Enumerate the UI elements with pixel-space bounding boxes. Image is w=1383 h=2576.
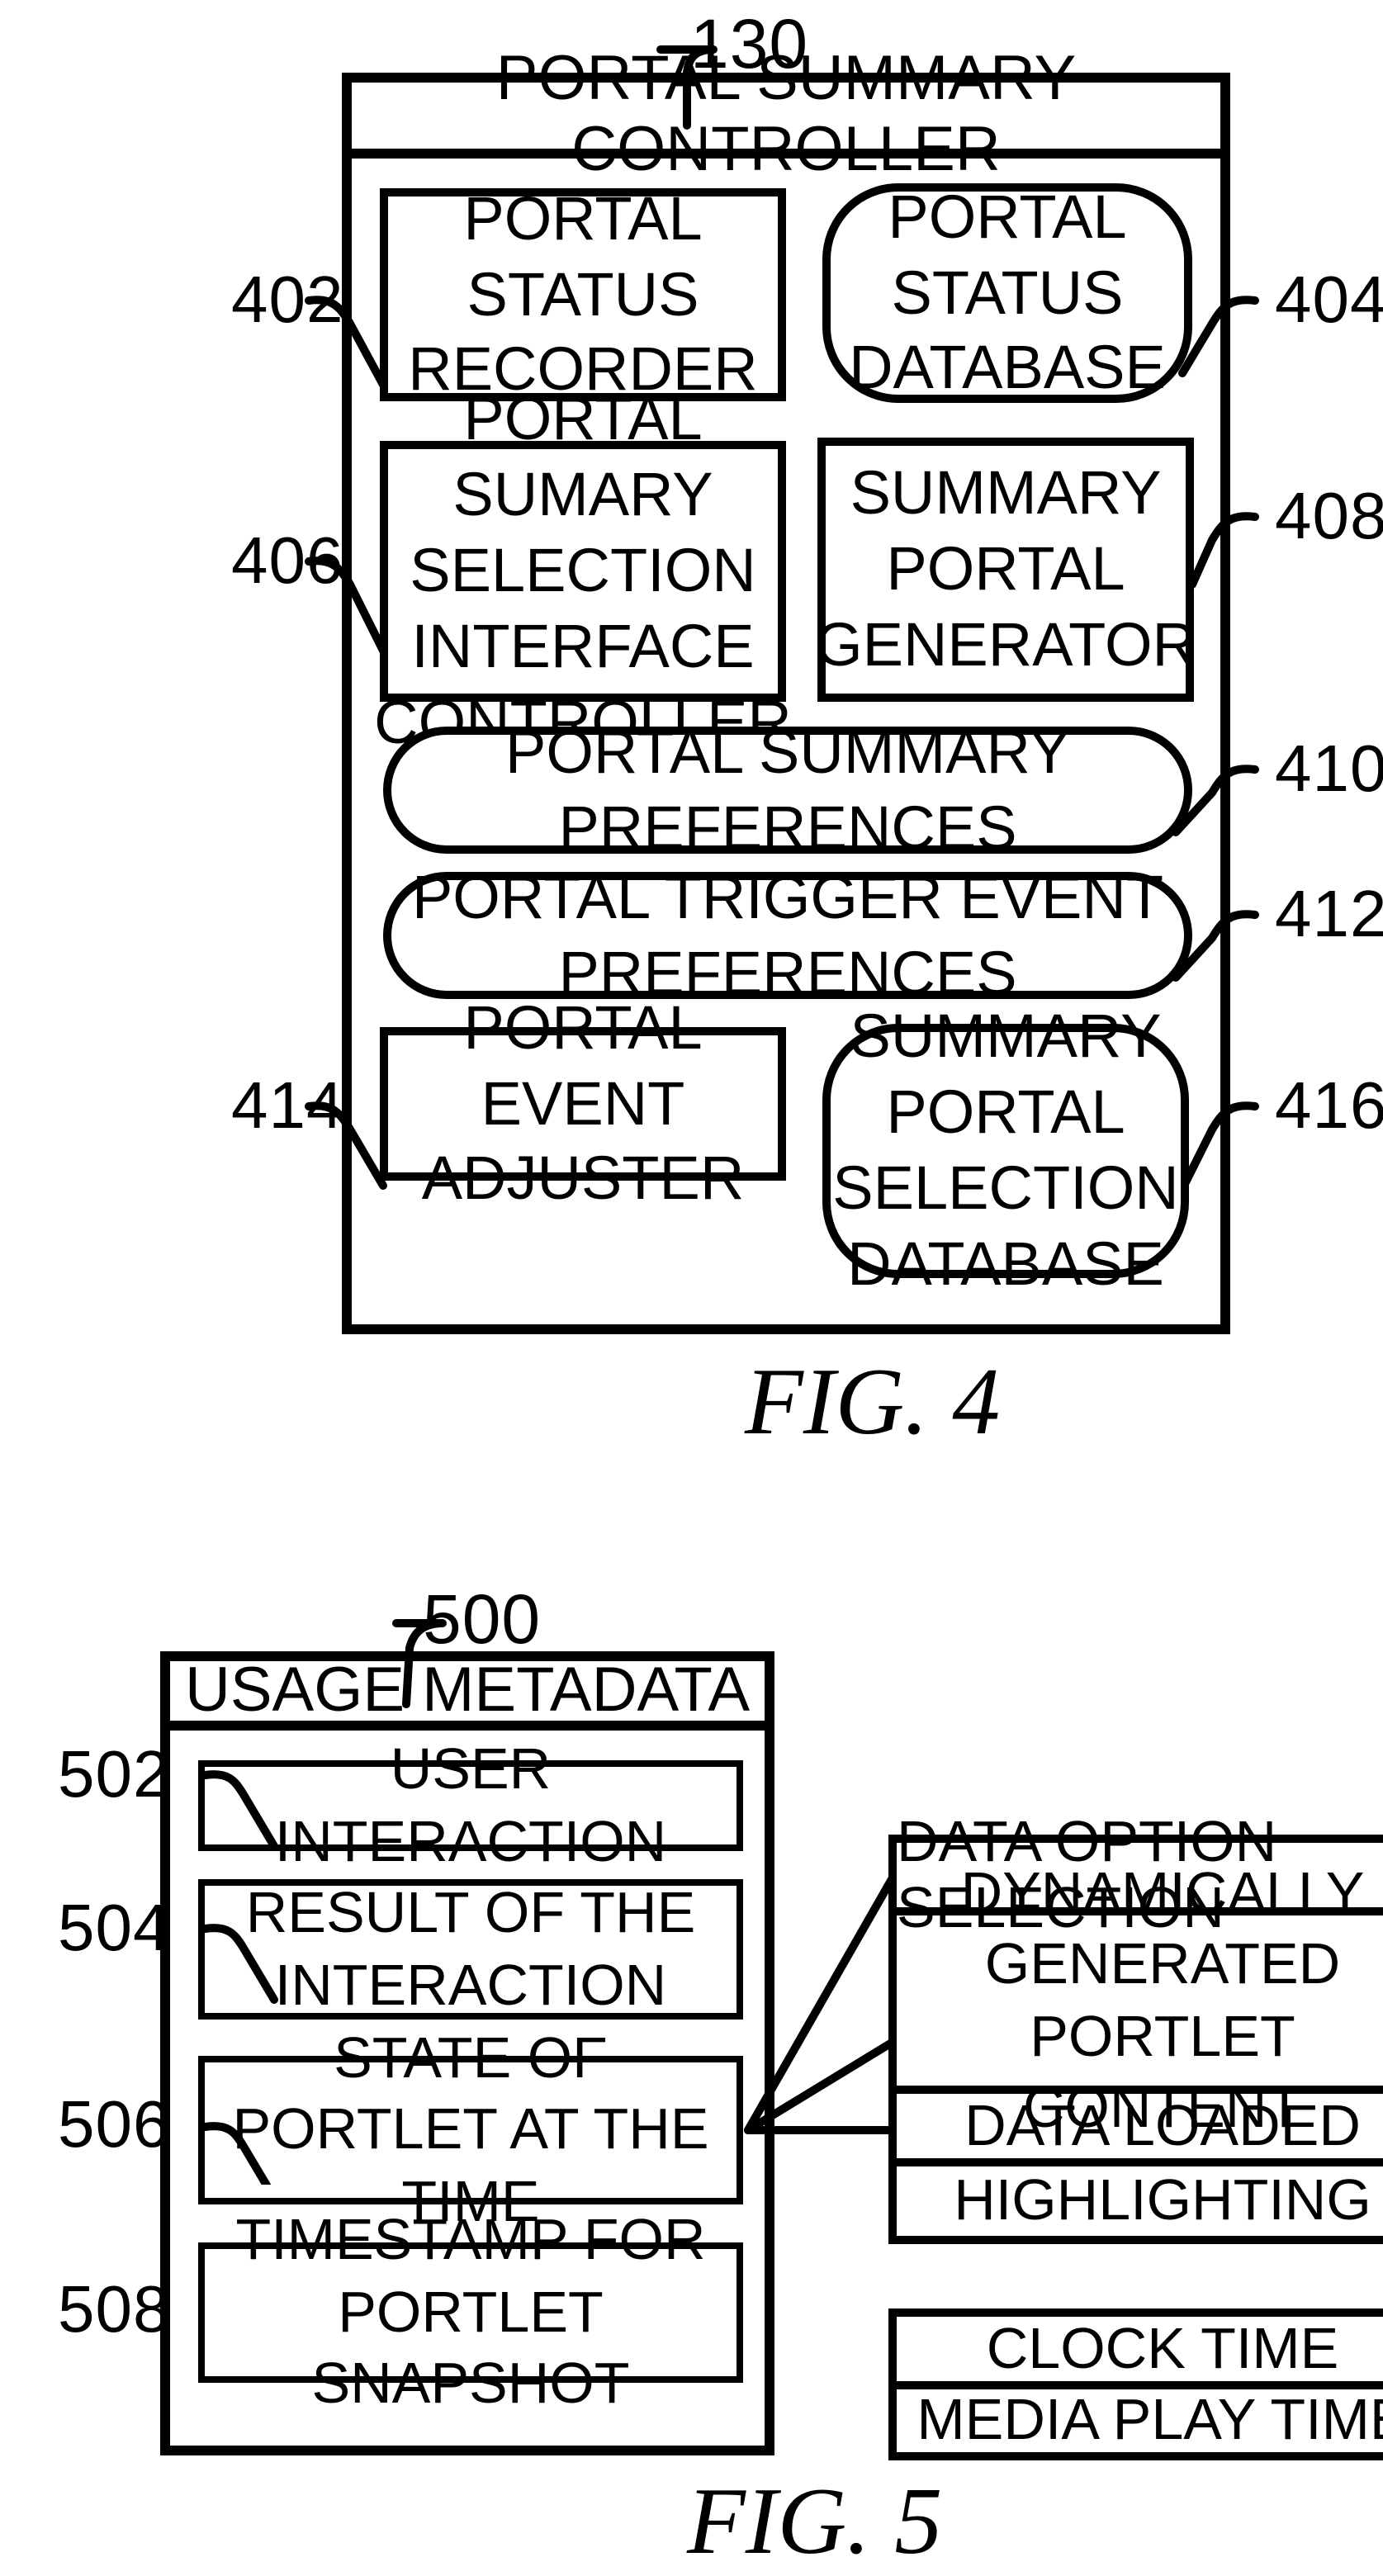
block-highlighting: HIGHLIGHTING	[897, 2166, 1383, 2236]
block-timestamp-for-portlet-snapshot: TIMESTAMP FOR PORTLET SNAPSHOT	[198, 2209, 743, 2416]
block-media-play-time-label: MEDIA PLAY TIME	[916, 2388, 1383, 2452]
block-summary-portal-generator-label: SUMMARY PORTAL GENERATOR	[815, 459, 1196, 679]
ref-number-412: 412	[1275, 878, 1383, 951]
block-portal-event-adjuster-label: PORTAL EVENT ADJUSTER	[421, 993, 745, 1213]
block-dynamically-generated-portlet-content: DYNAMICALLY GENERATED PORTLET CONTENT	[897, 1860, 1383, 2140]
block-summary-portal-selection-database-label: SUMMARY PORTAL SELECTION DATABASE	[832, 1002, 1179, 1298]
block-portal-status-recorder-label: PORTAL STATUS RECORDER	[408, 184, 758, 404]
timestamp-detail-stack: CLOCK TIME MEDIA PLAY TIME	[888, 2308, 1383, 2460]
block-data-loaded: DATA LOADED	[897, 2093, 1383, 2166]
block-summary-portal-selection-database: SUMMARY PORTAL SELECTION DATABASE	[822, 1003, 1189, 1298]
block-state-of-portlet-at-the-time: STATE OF PORTLET AT THE TIME	[198, 2026, 743, 2233]
block-user-interaction-label: USER INTERACTION	[274, 1737, 667, 1873]
figure-4-caption: FIG. 4	[745, 1347, 1001, 1455]
ref-number-508: 508	[58, 2274, 171, 2346]
ref-number-502: 502	[58, 1739, 171, 1811]
block-portal-status-recorder: PORTAL STATUS RECORDER	[380, 184, 786, 404]
ref-number-408: 408	[1275, 481, 1383, 553]
ref-number-500: 500	[423, 1580, 542, 1658]
block-timestamp-for-portlet-snapshot-label: TIMESTAMP FOR PORTLET SNAPSHOT	[235, 2208, 706, 2417]
block-portal-event-adjuster: PORTAL EVENT ADJUSTER	[380, 993, 786, 1213]
portal-summary-controller-title: PORTAL SUMMARY CONTROLLER	[495, 45, 1077, 185]
usage-metadata-title-bar: USAGE METADATA	[170, 1655, 765, 1731]
block-portal-summary-preferences-label: PORTAL SUMMARY PREFERENCES	[505, 717, 1070, 861]
block-portal-summary-selection-interface-controller-label: PORTAL SUMARY SELECTION INTERFACE CONTRO…	[374, 385, 792, 756]
block-result-of-the-interaction-label: RESULT OF THE INTERACTION	[245, 1881, 696, 2017]
ref-number-506: 506	[58, 2089, 171, 2162]
block-portal-status-database-label: PORTAL STATUS DATABASE	[849, 182, 1166, 402]
ref-number-410: 410	[1275, 733, 1383, 806]
ref-number-416: 416	[1275, 1070, 1383, 1143]
usage-metadata-title: USAGE METADATA	[184, 1655, 751, 1725]
block-media-play-time: MEDIA PLAY TIME	[897, 2388, 1383, 2452]
block-clock-time: CLOCK TIME	[897, 2316, 1383, 2389]
block-summary-portal-generator: SUMMARY PORTAL GENERATOR	[815, 438, 1196, 702]
block-portal-trigger-event-preferences: PORTAL TRIGGER EVENT PREFERENCES	[383, 863, 1192, 1006]
ref-number-504: 504	[58, 1892, 171, 1965]
block-user-interaction: USER INTERACTION	[198, 1737, 743, 1873]
block-portal-status-database: PORTAL STATUS DATABASE	[822, 182, 1192, 403]
block-data-loaded-label: DATA LOADED	[964, 2093, 1361, 2157]
ref-number-402: 402	[231, 264, 344, 337]
block-result-of-the-interaction: RESULT OF THE INTERACTION	[198, 1879, 743, 2020]
data-option-selection-stack: DATA OPTION SELECTION DYNAMICALLY GENERA…	[888, 1809, 1383, 2244]
block-portal-trigger-event-preferences-label: PORTAL TRIGGER EVENT PREFERENCES	[411, 863, 1164, 1006]
ref-number-404: 404	[1275, 264, 1383, 337]
ref-number-414: 414	[231, 1070, 344, 1143]
block-portal-summary-preferences: PORTAL SUMMARY PREFERENCES	[383, 717, 1192, 861]
patent-drawing-sheet: 130 PORTAL SUMMARY CONTROLLER PORTAL STA…	[0, 0, 1383, 2574]
block-portal-summary-selection-interface-controller: PORTAL SUMARY SELECTION INTERFACE CONTRO…	[374, 386, 792, 756]
portal-summary-controller-title-bar: PORTAL SUMMARY CONTROLLER	[352, 45, 1220, 185]
ref-number-406: 406	[231, 525, 344, 598]
block-clock-time-label: CLOCK TIME	[986, 2316, 1339, 2380]
block-highlighting-label: HIGHLIGHTING	[954, 2168, 1371, 2233]
figure-5-caption: FIG. 5	[687, 2467, 943, 2574]
